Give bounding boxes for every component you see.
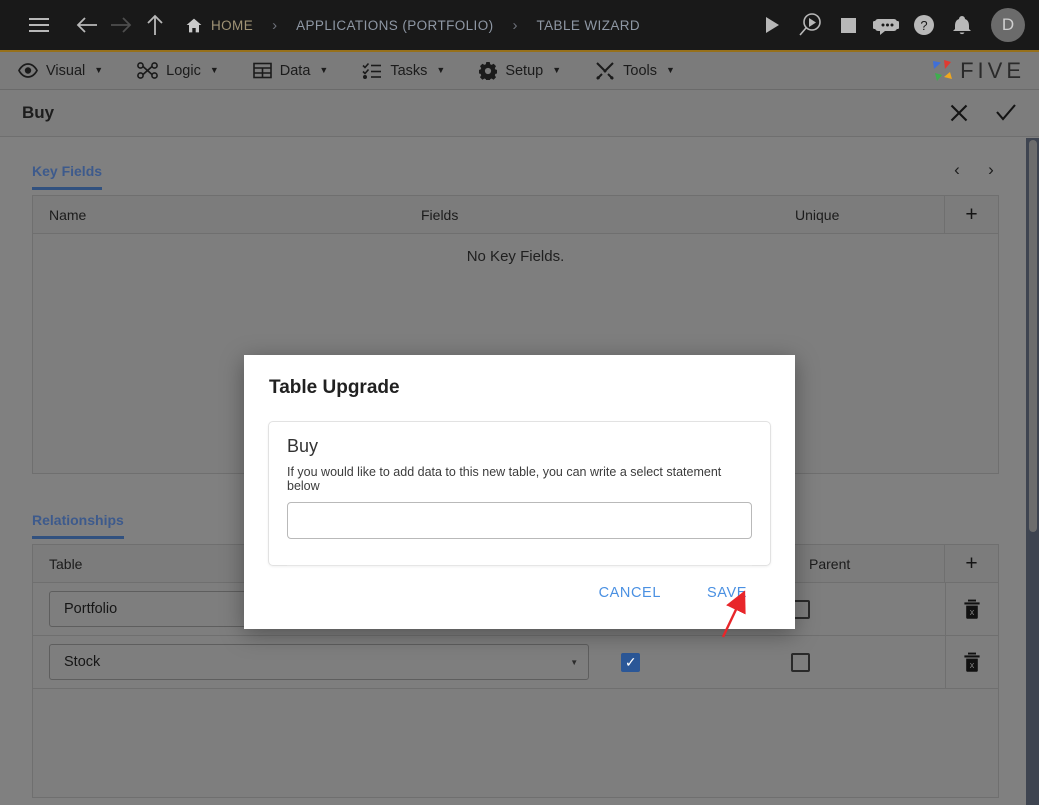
save-button[interactable]: SAVE	[701, 584, 753, 602]
breadcrumb-item-home[interactable]: HOME	[209, 18, 255, 33]
trash-delete-icon[interactable]: x	[945, 636, 998, 688]
menu-item-setup[interactable]: Setup ▼	[479, 61, 562, 80]
column-header-fields: Fields	[421, 206, 459, 223]
menu-item-label: Setup	[505, 62, 544, 79]
menu-item-label: Tasks	[390, 62, 428, 79]
menu-item-tools[interactable]: Tools ▼	[595, 61, 675, 80]
checklist-icon	[362, 62, 382, 79]
required-checkbox[interactable]: ✓	[621, 652, 641, 672]
next-page-icon[interactable]: ›	[983, 160, 999, 180]
breadcrumb-item-table-wizard[interactable]: TABLE WIZARD	[535, 18, 643, 33]
chevron-down-icon: ▼	[94, 65, 104, 75]
trash-delete-icon[interactable]: x	[945, 583, 998, 635]
relationship-required-cell: ✓	[605, 652, 775, 672]
wrench-screwdriver-icon	[595, 61, 615, 80]
key-fields-tabrow: Key Fields ‹ ›	[32, 138, 999, 190]
menu-item-label: Tools	[623, 62, 657, 79]
confirm-check-icon[interactable]	[995, 103, 1017, 123]
chevron-down-icon: ▼	[209, 65, 219, 75]
dialog-title: Table Upgrade	[269, 377, 400, 398]
parent-checkbox[interactable]	[791, 652, 811, 672]
eye-icon	[18, 63, 38, 78]
topbar-action-group: ? D	[755, 8, 1025, 42]
stop-icon[interactable]	[831, 8, 865, 42]
avatar[interactable]: D	[991, 8, 1025, 42]
column-header-parent: Parent	[809, 555, 851, 572]
menu-item-data[interactable]: Data ▼	[252, 62, 329, 79]
brand-label: FIVE	[960, 57, 1025, 83]
table-grid-icon	[252, 62, 272, 79]
relationship-parent-cell	[775, 599, 945, 619]
key-fields-table-header: Name Fields Unique +	[33, 196, 998, 234]
menu-item-label: Logic	[166, 62, 201, 79]
tab-relationships[interactable]: Relationships	[32, 512, 124, 539]
hamburger-menu-icon[interactable]	[22, 8, 56, 42]
key-fields-pager: ‹ ›	[949, 160, 999, 190]
table-upgrade-dialog: Table Upgrade Buy If you would like to a…	[244, 355, 795, 629]
chevron-down-icon: ▼	[570, 657, 579, 667]
arrow-up-icon[interactable]	[138, 8, 172, 42]
arrow-right-icon[interactable]	[104, 8, 138, 42]
dialog-card-subtext: If you would like to add data to this ne…	[287, 465, 722, 493]
select-statement-input[interactable]	[287, 502, 752, 539]
chevron-down-icon: ▼	[436, 65, 446, 75]
scrollbar-thumb[interactable]	[1029, 140, 1037, 532]
menu-item-label: Data	[279, 62, 311, 79]
close-icon[interactable]	[949, 103, 969, 123]
menu-item-logic[interactable]: Logic ▼	[137, 62, 219, 79]
chevron-down-icon: ▼	[666, 65, 675, 75]
relationships-empty-body	[33, 689, 998, 797]
notifications-bell-icon[interactable]	[945, 8, 979, 42]
column-header-name: Name	[49, 206, 87, 223]
gear-icon	[479, 61, 498, 80]
add-relationship-button[interactable]: +	[944, 545, 998, 582]
dialog-card-heading: Buy	[287, 436, 319, 456]
application-menu-bar: Visual ▼ Logic ▼ Data ▼ Tasks ▼ Setup ▼ …	[0, 52, 1039, 90]
breadcrumb-item-applications[interactable]: APPLICATIONS (PORTFOLIO)	[294, 18, 495, 33]
relationship-table-value: Stock	[64, 654, 101, 670]
relationship-parent-cell	[775, 652, 945, 672]
relationship-table-value: Portfolio	[64, 601, 118, 617]
five-logo: FIVE	[929, 58, 1025, 84]
relationship-table-cell: Stock ▼	[33, 644, 605, 680]
svg-text:x: x	[970, 607, 975, 617]
chatbot-icon[interactable]	[869, 8, 903, 42]
help-icon[interactable]: ?	[907, 8, 941, 42]
add-key-field-button[interactable]: +	[944, 196, 998, 233]
chevron-down-icon: ▼	[319, 65, 329, 75]
page-body: Buy Key Fields ‹ › Name Fields Unique + …	[0, 90, 1039, 805]
workflow-nodes-icon	[137, 62, 159, 79]
home-icon[interactable]	[186, 18, 202, 33]
tab-key-fields[interactable]: Key Fields	[32, 163, 103, 190]
page-title: Buy	[22, 103, 55, 122]
dialog-card: Buy If you would like to add data to thi…	[268, 421, 771, 566]
dialog-actions: CANCEL SAVE	[244, 566, 795, 602]
table-row: Stock ▼ ✓ x	[33, 636, 998, 689]
breadcrumb-separator: ›	[272, 16, 278, 34]
column-header-unique: Unique	[795, 206, 840, 223]
run-icon[interactable]	[755, 8, 789, 42]
key-fields-empty-message: No Key Fields.	[466, 248, 565, 265]
svg-text:x: x	[970, 660, 975, 670]
relationship-table-select[interactable]: Stock ▼	[49, 644, 590, 680]
check-glyph: ✓	[624, 654, 637, 670]
svg-text:?: ?	[920, 18, 927, 33]
cancel-button[interactable]: CANCEL	[593, 584, 667, 602]
prev-page-icon[interactable]: ‹	[949, 160, 965, 180]
menu-item-label: Visual	[46, 62, 86, 79]
chevron-down-icon: ▼	[552, 65, 562, 75]
form-header: Buy	[0, 90, 1039, 137]
debug-icon[interactable]	[793, 8, 827, 42]
vertical-scrollbar[interactable]	[1026, 138, 1039, 805]
arrow-left-icon[interactable]	[70, 8, 104, 42]
breadcrumb-separator: ›	[512, 16, 518, 34]
top-navigation-bar: HOME › APPLICATIONS (PORTFOLIO) › TABLE …	[0, 0, 1039, 52]
menu-item-tasks[interactable]: Tasks ▼	[362, 62, 445, 79]
menu-item-visual[interactable]: Visual ▼	[18, 63, 103, 79]
form-header-actions	[949, 103, 1017, 123]
breadcrumb: HOME › APPLICATIONS (PORTFOLIO) › TABLE …	[186, 18, 642, 33]
